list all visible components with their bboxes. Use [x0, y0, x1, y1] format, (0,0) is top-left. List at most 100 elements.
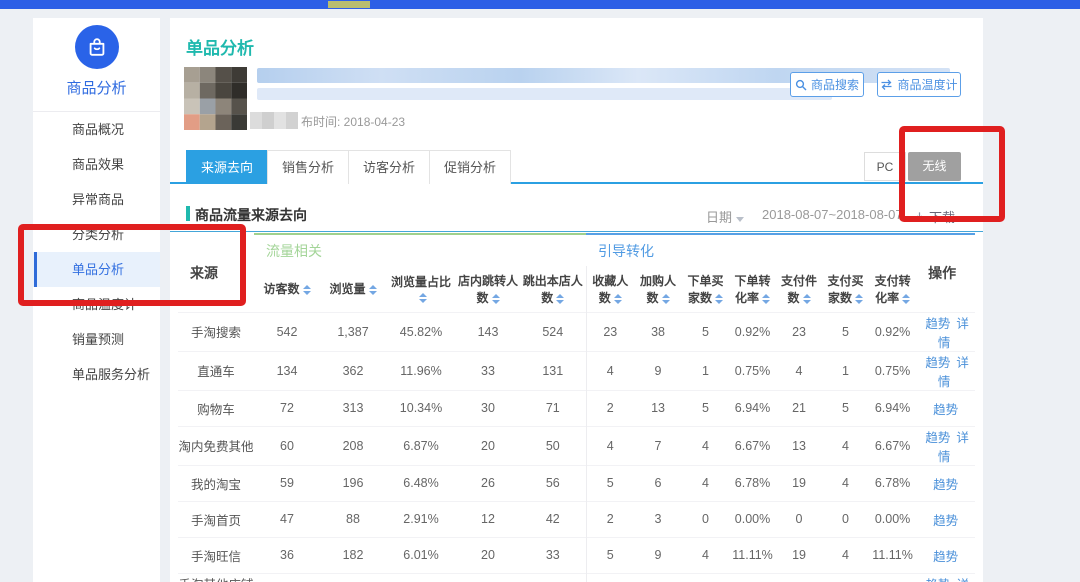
trend-link[interactable]: 趋势: [933, 403, 958, 417]
sidebar-item-product-effect[interactable]: 商品效果: [33, 147, 160, 182]
source-cell: 手淘其他店铺商品: [178, 573, 254, 582]
column-header-11[interactable]: 支付转化率: [869, 266, 916, 312]
sort-icon[interactable]: [369, 285, 377, 295]
value-cell: 9: [634, 537, 682, 573]
date-dropdown[interactable]: 日期: [706, 207, 744, 226]
value-cell: 0.92%: [729, 312, 776, 351]
platform-toggle-pc[interactable]: PC: [864, 152, 906, 181]
sort-icon[interactable]: [902, 294, 910, 304]
value-cell: 4: [822, 537, 869, 573]
value-cell: 33: [456, 351, 520, 390]
sidebar-item-product-thermometer[interactable]: 商品温度计: [33, 287, 160, 322]
trend-link[interactable]: 趋势: [925, 356, 950, 370]
column-header-8[interactable]: 下单转化率: [729, 266, 776, 312]
value-cell: 30: [456, 390, 520, 426]
sidebar-title: 商品分析: [33, 77, 160, 98]
value-cell: 23: [776, 312, 822, 351]
value-cell: 6.67%: [869, 426, 916, 465]
value-cell: 0.75%: [869, 351, 916, 390]
value-cell: 26: [456, 465, 520, 501]
platform-toggle-wireless[interactable]: 无线: [908, 152, 961, 181]
date-range-value: 2018-08-07~2018-08-07: [762, 207, 903, 222]
download-button[interactable]: 下载: [914, 207, 955, 226]
value-cell: 36: [254, 537, 320, 573]
actions-cell: 趋势详情: [916, 573, 975, 582]
trend-link[interactable]: 趋势: [925, 578, 950, 582]
column-header-7[interactable]: 下单买家数: [682, 266, 729, 312]
sort-icon[interactable]: [303, 285, 311, 295]
product-thumbnail-redacted: [184, 67, 247, 130]
sort-icon[interactable]: [662, 294, 670, 304]
value-cell: 4: [586, 351, 634, 390]
column-header-3[interactable]: 店内跳转人数: [456, 266, 520, 312]
column-header-2[interactable]: 浏览量占比: [386, 266, 456, 312]
actions-cell: 趋势详情: [916, 312, 975, 351]
value-cell: 11.11%: [729, 537, 776, 573]
source-cell: 手淘旺信: [178, 537, 254, 573]
column-header-4[interactable]: 跳出本店人数: [520, 266, 586, 312]
sort-icon[interactable]: [556, 294, 564, 304]
top-strip-accent: [328, 1, 370, 8]
tab-promotion-analysis[interactable]: 促销分析: [429, 150, 511, 184]
sort-icon[interactable]: [614, 294, 622, 304]
sidebar-item-item-service-analysis[interactable]: 单品服务分析: [33, 357, 160, 392]
value-cell: 131: [520, 351, 586, 390]
value-cell: 143: [456, 312, 520, 351]
trend-link[interactable]: 趋势: [933, 550, 958, 564]
sort-icon[interactable]: [803, 294, 811, 304]
value-cell: 6.78%: [869, 465, 916, 501]
column-header-10[interactable]: 支付买家数: [822, 266, 869, 312]
sort-icon[interactable]: [715, 294, 723, 304]
column-header-9[interactable]: 支付件数: [776, 266, 822, 312]
value-cell: 42: [520, 501, 586, 537]
column-header-5[interactable]: 收藏人数: [586, 266, 634, 312]
column-header-6[interactable]: 加购人数: [634, 266, 682, 312]
sort-icon[interactable]: [762, 294, 770, 304]
sidebar-item-single-item-analysis[interactable]: 单品分析: [33, 252, 160, 287]
value-cell: 313: [320, 390, 386, 426]
sidebar-header: 商品分析: [33, 18, 160, 112]
group-header-row: 来源 流量相关 引导转化 操作: [178, 234, 975, 266]
product-search-button[interactable]: 商品搜索: [790, 72, 864, 97]
trend-link[interactable]: 趋势: [925, 317, 950, 331]
sidebar-item-product-overview[interactable]: 商品概况: [33, 112, 160, 147]
value-cell: 2: [586, 501, 634, 537]
table-row: 我的淘宝591966.48%26565646.78%1946.78%趋势: [178, 465, 975, 501]
trend-link[interactable]: 趋势: [933, 514, 958, 528]
value-cell: 2.91%: [386, 573, 456, 582]
value-cell: 5: [822, 312, 869, 351]
value-cell: 47: [254, 501, 320, 537]
sidebar-item-abnormal-products[interactable]: 异常商品: [33, 182, 160, 217]
column-header-1[interactable]: 浏览量: [320, 266, 386, 312]
actions-cell: 趋势详情: [916, 351, 975, 390]
value-cell: 38: [634, 312, 682, 351]
trend-link[interactable]: 趋势: [925, 431, 950, 445]
tab-sales-analysis[interactable]: 销售分析: [267, 150, 349, 184]
value-cell: 5: [682, 390, 729, 426]
value-cell: 5: [586, 465, 634, 501]
sort-icon[interactable]: [492, 294, 500, 304]
tab-source-destination[interactable]: 来源去向: [186, 150, 268, 184]
sort-icon[interactable]: [855, 294, 863, 304]
value-cell: 0: [776, 501, 822, 537]
value-cell: 0.00%: [869, 573, 916, 582]
value-cell: 1,387: [320, 312, 386, 351]
sort-icon[interactable]: [419, 293, 427, 303]
value-cell: 19: [776, 537, 822, 573]
product-thermometer-label: 商品温度计: [897, 76, 957, 93]
tab-visitor-analysis[interactable]: 访客分析: [348, 150, 430, 184]
trend-link[interactable]: 趋势: [933, 478, 958, 492]
sidebar-item-sales-forecast[interactable]: 销量预测: [33, 322, 160, 357]
actions-cell: 趋势: [916, 537, 975, 573]
value-cell: 4: [682, 465, 729, 501]
chevron-down-icon: [736, 217, 744, 222]
product-thermometer-button[interactable]: 商品温度计: [877, 72, 961, 97]
traffic-source-table: 来源 流量相关 引导转化 操作 访客数浏览量浏览量占比店内跳转人数跳出本店人数收…: [178, 233, 975, 582]
sidebar-item-category-analysis[interactable]: 分类分析: [33, 217, 160, 252]
value-cell: 56: [520, 465, 586, 501]
value-cell: 6: [634, 465, 682, 501]
value-cell: 10.34%: [386, 390, 456, 426]
value-cell: 13: [634, 390, 682, 426]
column-header-0[interactable]: 访客数: [254, 266, 320, 312]
value-cell: 0.00%: [729, 501, 776, 537]
